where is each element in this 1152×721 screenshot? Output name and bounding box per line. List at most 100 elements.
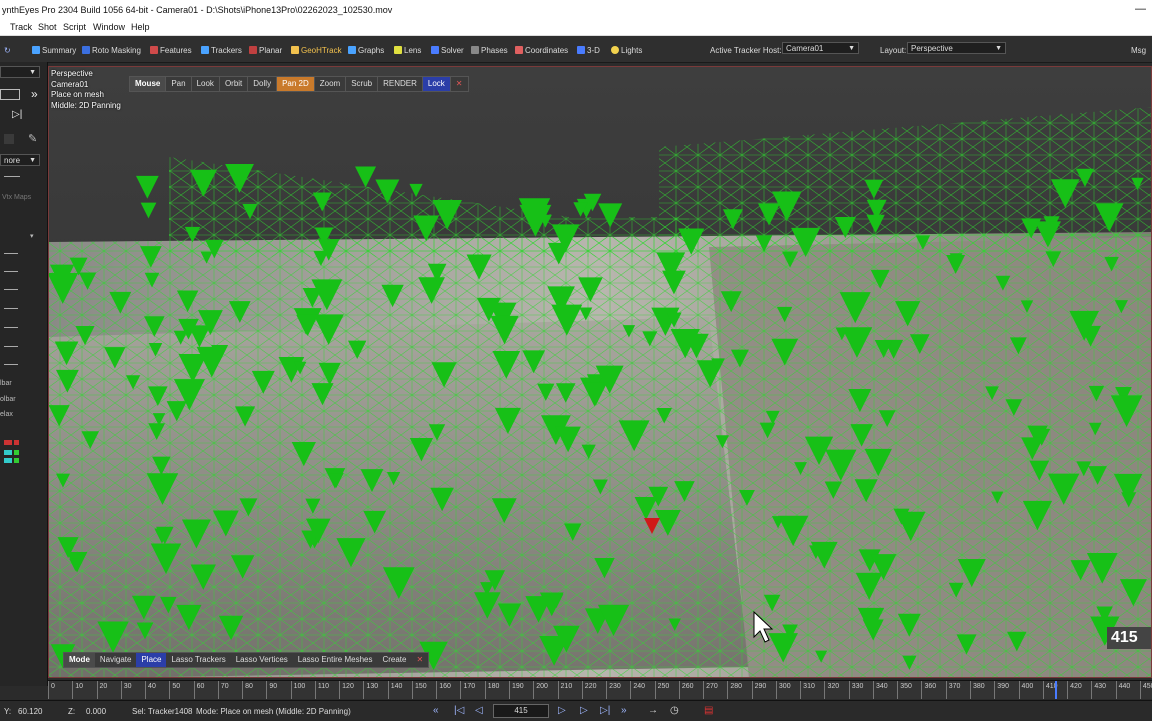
- step-back-icon[interactable]: ◁: [475, 705, 483, 716]
- step-forward-icon[interactable]: ▷|: [12, 109, 22, 120]
- room-summary[interactable]: Summary: [32, 44, 76, 56]
- room-lens[interactable]: Lens: [394, 44, 421, 56]
- layout-value: Perspective: [911, 44, 953, 53]
- room-coordinates[interactable]: Coordinates: [515, 44, 568, 56]
- menu-script[interactable]: Script: [63, 22, 86, 32]
- window-title: ynthEyes Pro 2304 Build 1056 64-bit - Ca…: [2, 5, 393, 15]
- sidebar-button-toolbar-2[interactable]: olbar: [0, 396, 16, 403]
- timeline-tick: 240: [630, 681, 645, 699]
- step-forward-icon[interactable]: ▷: [580, 705, 588, 716]
- timeline-tick-label: 10: [75, 683, 84, 690]
- toggle-button[interactable]: [4, 134, 14, 144]
- viewport-middle-action: Middle: 2D Panning: [51, 100, 121, 110]
- ignore-dropdown[interactable]: nore ▼: [0, 154, 40, 166]
- arrow-right-icon[interactable]: →: [648, 705, 658, 716]
- redo-icon[interactable]: ↻: [4, 44, 11, 56]
- mouse-look-button[interactable]: Look: [192, 77, 220, 91]
- timeline-tick-label: 60: [196, 683, 205, 690]
- double-chevron-right-icon[interactable]: »: [31, 87, 38, 101]
- phases-icon: [471, 46, 479, 54]
- play-icon[interactable]: ▷: [558, 705, 566, 716]
- close-icon[interactable]: ✕: [451, 77, 468, 91]
- sidebar-button-toolbar[interactable]: lbar: [0, 380, 12, 387]
- msg-button[interactable]: Msg: [1131, 44, 1146, 56]
- mouse-pan2d-button[interactable]: Pan 2D: [277, 77, 315, 91]
- menu-shot[interactable]: Shot: [38, 22, 57, 32]
- timeline-tick-label: 160: [439, 683, 451, 690]
- square-button[interactable]: [0, 89, 20, 100]
- object-list[interactable]: [4, 440, 38, 466]
- eye-icon[interactable]: [4, 450, 12, 455]
- room-solver[interactable]: Solver: [431, 44, 464, 56]
- mode-lasso-trackers-button[interactable]: Lasso Trackers: [166, 653, 230, 667]
- mouse-lock-button[interactable]: Lock: [422, 77, 451, 91]
- timeline-tick-label: 70: [220, 683, 229, 690]
- record-icon[interactable]: ▤: [704, 705, 713, 716]
- mouse-orbit-button[interactable]: Orbit: [220, 77, 249, 91]
- sidebar-button-relax[interactable]: elax: [0, 411, 13, 418]
- go-to-start-icon[interactable]: |◁: [454, 705, 464, 716]
- divider: [4, 289, 18, 290]
- menu-track[interactable]: Track: [10, 22, 32, 32]
- menu-help[interactable]: Help: [131, 22, 150, 32]
- timeline-tick: 30: [120, 681, 132, 699]
- mode-lasso-vertices-button[interactable]: Lasso Vertices: [231, 653, 293, 667]
- room-planar[interactable]: Planar: [249, 44, 282, 56]
- room-phases[interactable]: Phases: [471, 44, 508, 56]
- timeline-tick-label: 220: [584, 683, 597, 690]
- minimize-button[interactable]: —: [1135, 3, 1146, 15]
- room-geohtrack[interactable]: GeoHTrack: [291, 44, 342, 56]
- active-tracker-host-label: Active Tracker Host:: [710, 45, 782, 55]
- go-to-end-icon[interactable]: ▷|: [600, 705, 610, 716]
- timeline-tick-label: 290: [754, 683, 767, 690]
- close-icon[interactable]: ✕: [411, 653, 428, 667]
- mouse-mode-label: Mouse: [130, 77, 167, 91]
- mouse-dolly-button[interactable]: Dolly: [248, 77, 278, 91]
- room-3d[interactable]: 3-D: [577, 44, 600, 56]
- mouse-zoom-button[interactable]: Zoom: [315, 77, 347, 91]
- chevron-down-icon: ▼: [29, 69, 36, 76]
- color-swatch: [14, 458, 19, 463]
- timeline-tick: 220: [581, 681, 596, 699]
- timeline-ruler[interactable]: 0 10 20 30 40 50 60 70 80 90 100 110 120 130 140 150 160…: [48, 680, 1152, 699]
- frame-field[interactable]: 415: [493, 704, 549, 718]
- room-trackers[interactable]: Trackers: [201, 44, 242, 56]
- mode-lasso-meshes-button[interactable]: Lasso Entire Meshes: [293, 653, 378, 667]
- mouse-pan-button[interactable]: Pan: [166, 77, 192, 91]
- color-swatch: [14, 440, 19, 445]
- room-features[interactable]: Features: [150, 44, 192, 56]
- active-tracker-host-select[interactable]: Camera01 ▼: [782, 42, 859, 54]
- timeline-tick-label: 20: [99, 683, 108, 690]
- timeline-tick: 10: [72, 681, 83, 699]
- eyedropper-icon[interactable]: ✎: [28, 132, 37, 145]
- room-graphs[interactable]: Graphs: [348, 44, 384, 56]
- timeline-tick-label: 350: [900, 683, 912, 690]
- menu-window[interactable]: Window: [93, 22, 125, 32]
- eye-icon[interactable]: [4, 440, 12, 445]
- timeline-tick: 170: [460, 681, 475, 699]
- timeline-tick: 340: [872, 681, 888, 699]
- layout-select[interactable]: Perspective ▼: [907, 42, 1006, 54]
- features-icon: [150, 46, 158, 54]
- fast-forward-icon[interactable]: »: [621, 705, 627, 716]
- perspective-viewport[interactable]: Perspective Camera01 Place on mesh Middl…: [48, 66, 1152, 678]
- clock-icon[interactable]: ◷: [670, 705, 679, 716]
- chevron-down-icon[interactable]: ▾: [30, 232, 34, 240]
- panel-dropdown[interactable]: ▼: [0, 66, 40, 78]
- rewind-icon[interactable]: «: [433, 705, 439, 716]
- timeline-tick: 50: [169, 681, 180, 699]
- mode-create-button[interactable]: Create: [377, 653, 411, 667]
- eye-icon[interactable]: [4, 458, 12, 463]
- room-roto-masking[interactable]: Roto Masking: [82, 44, 141, 56]
- mode-place-button[interactable]: Place: [136, 653, 167, 667]
- timeline-tick-label: 240: [633, 683, 646, 690]
- mouse-scrub-button[interactable]: Scrub: [346, 77, 379, 91]
- timeline-tick-label: 190: [512, 683, 524, 690]
- current-frame-marker[interactable]: [1054, 681, 1057, 699]
- mode-navigate-button[interactable]: Navigate: [95, 653, 137, 667]
- timeline-tick: 250: [654, 681, 669, 699]
- timeline-tick-label: 380: [973, 683, 985, 690]
- mouse-render-button[interactable]: RENDER: [378, 77, 423, 91]
- room-lights[interactable]: Lights: [611, 44, 642, 56]
- coordinates-icon: [515, 46, 523, 54]
